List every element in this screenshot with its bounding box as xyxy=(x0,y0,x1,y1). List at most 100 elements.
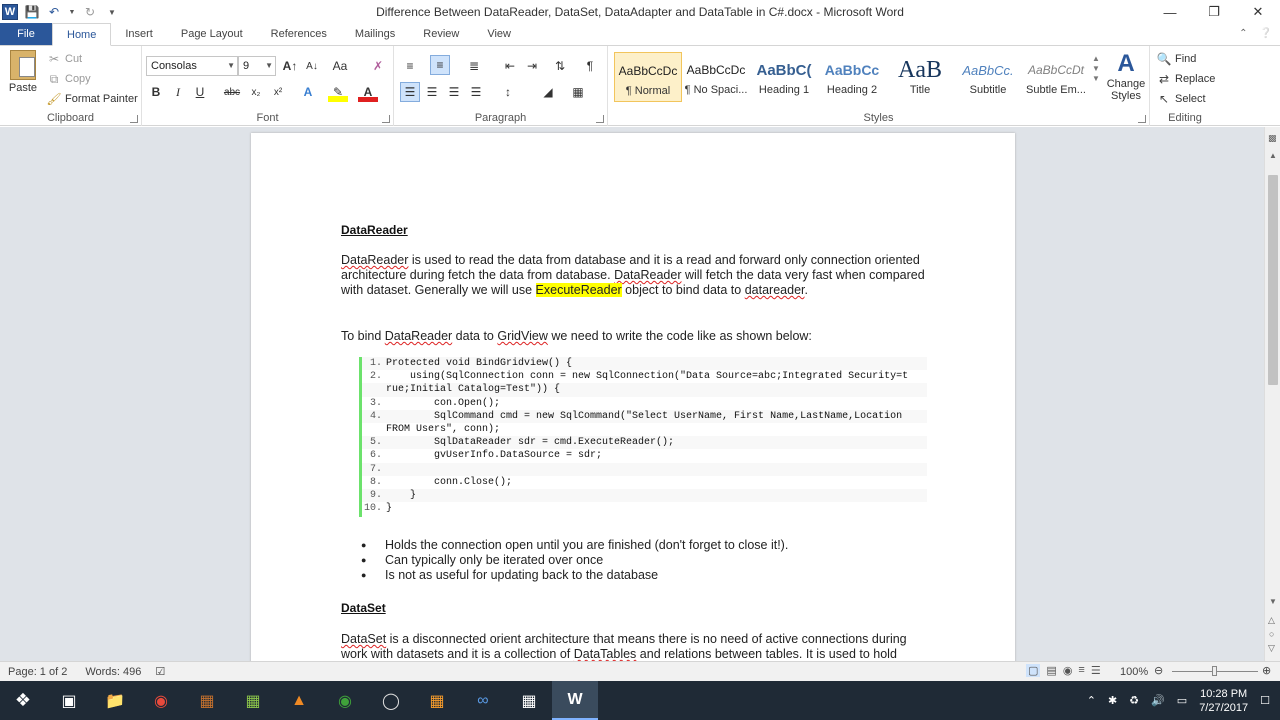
ruler-toggle-icon[interactable]: ▩ xyxy=(1268,133,1277,144)
replace-button[interactable]: ⇄ Replace xyxy=(1156,71,1215,87)
browse-object-icon[interactable]: ○ xyxy=(1269,629,1274,639)
tab-view[interactable]: View xyxy=(473,23,525,45)
word-app-icon[interactable]: W xyxy=(2,4,18,20)
increase-indent-icon[interactable]: ⇥ xyxy=(522,56,542,76)
paragraph-dialog-launcher[interactable] xyxy=(596,115,604,123)
font-family-box[interactable]: Consolas ▼ xyxy=(146,56,238,76)
next-page-icon[interactable]: ▽ xyxy=(1268,643,1275,654)
paint-icon[interactable]: ▦ xyxy=(414,681,460,720)
font-color-icon[interactable]: A xyxy=(358,82,378,102)
scroll-down-icon[interactable]: ▼ xyxy=(1092,64,1100,74)
style-subtitle[interactable]: AaBbCc. Subtitle xyxy=(954,52,1022,102)
tab-review[interactable]: Review xyxy=(409,23,473,45)
highlight-color-icon[interactable]: ✎ xyxy=(328,82,348,102)
word-count[interactable]: Words: 496 xyxy=(85,666,141,678)
outline-icon[interactable]: ≡ xyxy=(1078,664,1084,677)
start-windows-icon[interactable]: ❖ xyxy=(0,681,46,720)
grow-font-icon[interactable]: A↑ xyxy=(280,56,300,76)
undo-icon[interactable]: ↶ xyxy=(46,4,62,20)
font-family-dropdown-icon[interactable]: ▼ xyxy=(227,61,235,70)
font-size-box[interactable]: 9 ▼ xyxy=(238,56,276,76)
task-view-icon[interactable]: ▣ xyxy=(46,681,92,720)
edge-icon[interactable]: ◉ xyxy=(322,681,368,720)
scroll-up-icon[interactable]: ▲ xyxy=(1092,54,1100,64)
tray-overflow-icon[interactable]: ⌃ xyxy=(1087,694,1096,707)
wifi-icon[interactable]: ♻ xyxy=(1129,694,1139,707)
show-formatting-marks-icon[interactable]: ¶ xyxy=(580,56,600,76)
minimize-button[interactable]: — xyxy=(1148,0,1192,24)
change-case-icon[interactable]: Aa xyxy=(330,56,350,76)
minimize-ribbon-icon[interactable]: ⌃ xyxy=(1239,28,1247,39)
chrome-icon[interactable]: ◉ xyxy=(138,681,184,720)
tab-insert[interactable]: Insert xyxy=(111,23,167,45)
clipboard-dialog-launcher[interactable] xyxy=(130,115,138,123)
bold-icon[interactable]: B xyxy=(146,82,166,102)
zoom-slider[interactable] xyxy=(1172,666,1258,676)
tab-file[interactable]: File xyxy=(0,23,52,45)
undo-dropdown-icon[interactable]: ▼ xyxy=(68,4,76,20)
close-button[interactable]: ✕ xyxy=(1236,0,1280,24)
code-block[interactable]: 1. Protected void BindGridview() {2. usin… xyxy=(359,357,927,517)
redo-icon[interactable]: ↻ xyxy=(82,4,98,20)
sort-icon[interactable]: ⇅ xyxy=(550,56,570,76)
align-left-icon[interactable]: ☰ xyxy=(400,82,420,102)
calculator-icon[interactable]: ▦ xyxy=(506,681,552,720)
vlc-icon[interactable]: ▲ xyxy=(276,681,322,720)
proofing-icon[interactable]: ☑ xyxy=(155,665,165,678)
bullets-icon[interactable]: ≡ xyxy=(400,56,420,76)
scroll-up-arrow-icon[interactable]: ▲ xyxy=(1269,151,1277,160)
notifications-icon[interactable]: ☐ xyxy=(1260,694,1270,707)
shrink-font-icon[interactable]: A↓ xyxy=(302,56,322,76)
zoom-level[interactable]: 100% xyxy=(1120,666,1148,678)
clock[interactable]: 10:28 PM 7/27/2017 xyxy=(1199,687,1248,715)
document-page[interactable]: DataReader DataReader is used to read th… xyxy=(251,133,1015,661)
strikethrough-icon[interactable]: abc xyxy=(222,82,242,102)
style-no-spacing[interactable]: AaBbCcDc ¶ No Spaci... xyxy=(682,52,750,102)
tab-references[interactable]: References xyxy=(257,23,341,45)
scroll-thumb[interactable] xyxy=(1268,175,1278,385)
clear-formatting-icon[interactable]: ✗ xyxy=(368,56,388,76)
style-heading-1[interactable]: AaBbC( Heading 1 xyxy=(750,52,818,102)
filezilla-icon[interactable]: ▦ xyxy=(184,681,230,720)
full-screen-reading-icon[interactable]: ▤ xyxy=(1046,664,1056,677)
italic-icon[interactable]: I xyxy=(168,82,188,102)
justify-icon[interactable]: ☰ xyxy=(466,82,486,102)
app-icon[interactable]: ◯ xyxy=(368,681,414,720)
tab-page-layout[interactable]: Page Layout xyxy=(167,23,257,45)
styles-dialog-launcher[interactable] xyxy=(1138,115,1146,123)
format-painter-button[interactable]: 🖌 Format Painter xyxy=(46,91,137,107)
style-subtle-emphasis[interactable]: AaBbCcDt Subtle Em... xyxy=(1022,52,1090,102)
paste-button[interactable]: Paste xyxy=(6,50,40,94)
line-spacing-icon[interactable]: ↕ xyxy=(498,82,518,102)
web-layout-icon[interactable]: ◉ xyxy=(1063,664,1073,677)
tab-mailings[interactable]: Mailings xyxy=(341,23,409,45)
scroll-down-arrow-icon[interactable]: ▼ xyxy=(1269,597,1277,606)
align-center-icon[interactable]: ☰ xyxy=(422,82,442,102)
underline-icon[interactable]: U xyxy=(190,82,210,102)
subscript-icon[interactable]: x₂ xyxy=(246,82,266,102)
restore-button[interactable]: ❐ xyxy=(1192,0,1236,24)
print-layout-icon[interactable]: ▢ xyxy=(1026,664,1041,677)
font-dialog-launcher[interactable] xyxy=(382,115,390,123)
change-styles-button[interactable]: A Change Styles xyxy=(1104,50,1148,102)
select-button[interactable]: ↖ Select xyxy=(1156,91,1206,107)
page-count[interactable]: Page: 1 of 2 xyxy=(8,666,67,678)
zoom-slider-thumb[interactable] xyxy=(1212,666,1217,676)
file-explorer-icon[interactable]: 📁 xyxy=(92,681,138,720)
cut-button[interactable]: ✂ Cut xyxy=(46,51,82,67)
battery-icon[interactable]: ▭ xyxy=(1177,694,1187,707)
find-button[interactable]: 🔍 Find xyxy=(1156,51,1197,67)
style-title[interactable]: AaB Title xyxy=(886,52,954,102)
shading-icon[interactable]: ◢ xyxy=(538,82,558,102)
previous-page-icon[interactable]: △ xyxy=(1268,615,1275,626)
customize-qat-icon[interactable]: ▼ xyxy=(104,4,120,20)
zoom-out-icon[interactable]: ⊖ xyxy=(1154,664,1163,677)
styles-gallery-scroll[interactable]: ▲ ▼ ▼ xyxy=(1092,54,1100,84)
visual-studio-icon[interactable]: ∞ xyxy=(460,681,506,720)
align-right-icon[interactable]: ☰ xyxy=(444,82,464,102)
superscript-icon[interactable]: x² xyxy=(268,82,288,102)
style-normal[interactable]: AaBbCcDc ¶ Normal xyxy=(614,52,682,102)
volume-icon[interactable]: 🔊 xyxy=(1151,694,1165,707)
notepad-plus-icon[interactable]: ▦ xyxy=(230,681,276,720)
save-icon[interactable]: 💾 xyxy=(24,4,40,20)
